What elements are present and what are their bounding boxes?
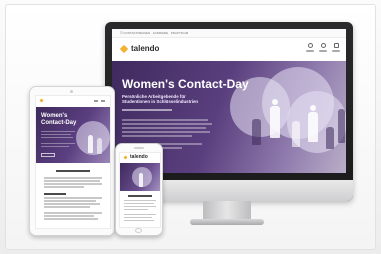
tablet-camera <box>70 90 73 93</box>
hero-subtitle: Persönliche Arbeitgebende für Studentinn… <box>122 94 199 105</box>
nav-icon-group <box>306 43 340 53</box>
tablet-text-line <box>44 177 102 179</box>
hero-date-placeholder <box>122 109 172 111</box>
hero-figure <box>270 106 280 138</box>
tablet-device: Women's Contact-Day <box>29 86 115 236</box>
hero-text-line <box>41 134 71 136</box>
phone-brand-text[interactable]: talendo <box>130 154 148 160</box>
hero-title: Women's Contact-Day <box>122 77 249 91</box>
hero-figure-head <box>272 99 278 105</box>
tablet-nav-dot <box>94 100 98 102</box>
device-mockup-stage: ☰ KONTAKTMESSEN · KARRIERE · PRAKTIKUM t… <box>0 0 381 254</box>
tablet-hero: Women's Contact-Day <box>36 107 110 163</box>
tablet-text-line <box>44 200 96 202</box>
hero-illustration-cloud <box>76 121 110 155</box>
hero-figure <box>338 109 345 143</box>
phone-home-button[interactable] <box>135 228 142 233</box>
hero-figure <box>139 173 143 187</box>
user-icon[interactable] <box>306 43 314 53</box>
hero-text-line <box>122 135 192 137</box>
hero-text-line <box>122 127 206 129</box>
phone-text-line <box>124 200 156 202</box>
hero-text-line <box>122 131 210 133</box>
phone-text-line <box>124 203 154 205</box>
talendo-logo-icon[interactable] <box>123 155 128 160</box>
hero-figure <box>97 138 102 154</box>
tablet-text-line <box>44 197 102 199</box>
desktop-topbar: ☰ KONTAKTMESSEN · KARRIERE · PRAKTIKUM <box>112 29 346 38</box>
hero-text-line <box>122 123 212 125</box>
tablet-text-line <box>44 218 98 220</box>
tablet-subheading <box>44 193 66 195</box>
hero-figure <box>326 127 334 149</box>
phone-speaker <box>134 147 144 149</box>
monitor-foot <box>190 219 264 225</box>
search-icon[interactable] <box>319 43 327 53</box>
phone-text-line <box>124 220 154 222</box>
phone-hero <box>120 163 160 191</box>
tablet-nav-dot <box>101 100 105 102</box>
tablet-text-line <box>44 206 90 208</box>
tablet-text-line <box>44 186 84 188</box>
tablet-text-line <box>44 215 94 217</box>
tablet-text-line <box>44 183 102 185</box>
phone-device: talendo <box>115 143 163 236</box>
monitor-stand <box>203 201 251 221</box>
phone-text-line <box>124 206 156 208</box>
tablet-screen: Women's Contact-Day <box>35 95 111 229</box>
hero-text-line <box>41 143 75 145</box>
tablet-section-heading <box>56 170 90 172</box>
talendo-logo-icon[interactable] <box>119 44 129 54</box>
tablet-text-line <box>44 212 102 214</box>
hero-text-line <box>41 146 69 148</box>
tablet-cta-button[interactable] <box>41 153 55 157</box>
phone-text-line <box>124 209 148 211</box>
hero-text-line <box>41 137 73 139</box>
phone-screen: talendo <box>119 152 161 228</box>
tablet-text-line <box>44 180 100 182</box>
phone-text-line <box>124 217 152 219</box>
hero-figure <box>252 119 261 145</box>
tablet-hero-title: Women's Contact-Day <box>41 113 77 126</box>
menu-icon[interactable] <box>332 43 340 53</box>
tablet-text-line <box>44 203 100 205</box>
phone-text-line <box>124 214 156 216</box>
brand-logo-text[interactable]: talendo <box>131 44 159 53</box>
hero-figure <box>308 112 318 142</box>
hero-text-line <box>122 119 208 121</box>
hero-figure <box>88 135 93 153</box>
hero-figure-head <box>310 105 316 111</box>
hero-figure <box>292 121 300 147</box>
hero-text-line <box>41 131 75 133</box>
desktop-navbar: talendo <box>112 38 346 62</box>
phone-section-heading <box>128 195 152 197</box>
talendo-logo-icon[interactable] <box>39 98 44 103</box>
